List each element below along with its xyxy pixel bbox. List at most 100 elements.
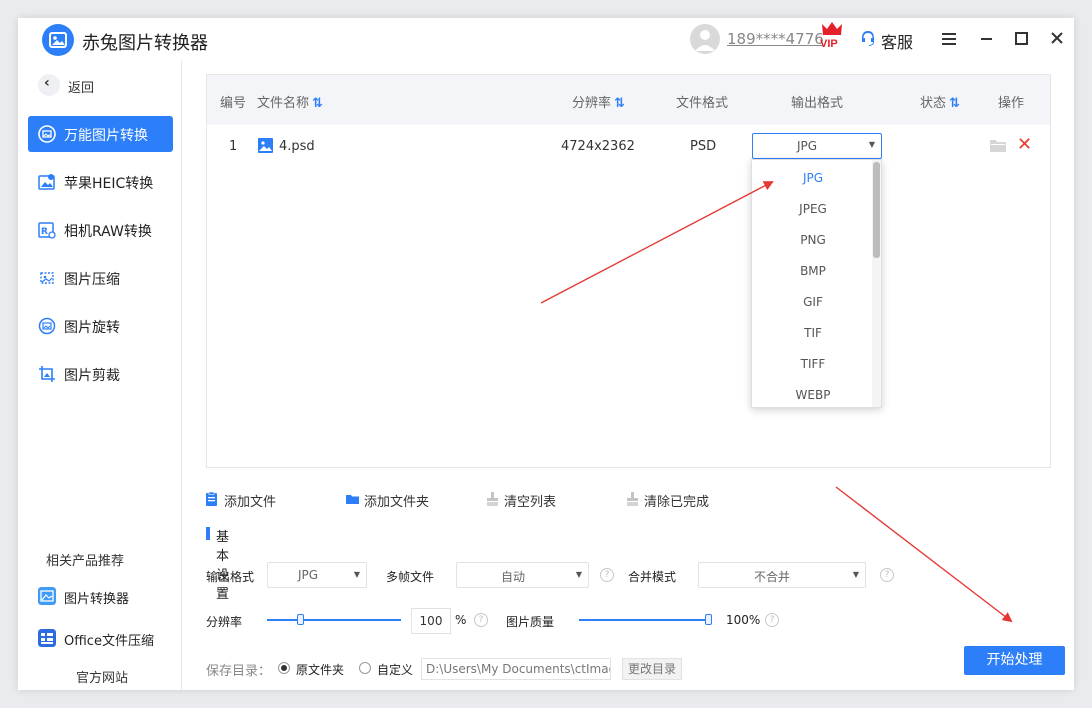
- broom-icon: [487, 492, 498, 506]
- sidebar-item-raw[interactable]: R 相机RAW转换: [28, 212, 173, 248]
- raw-icon: R: [38, 222, 56, 239]
- output-format-select[interactable]: JPG ▼: [752, 133, 882, 159]
- add-file-icon: [206, 492, 217, 506]
- resolution-input[interactable]: 100: [411, 608, 451, 634]
- quality-value: 100%: [726, 613, 761, 627]
- dropdown-scrollbar[interactable]: [872, 160, 881, 407]
- resolution-slider-thumb[interactable]: [296, 614, 304, 625]
- image-file-icon: [258, 138, 273, 153]
- format-option-webp[interactable]: WEBP: [752, 380, 874, 407]
- help-icon[interactable]: ?: [880, 568, 894, 582]
- basic-settings-label: 基本设置: [216, 530, 230, 602]
- header-output-format: 输出格式: [791, 96, 844, 111]
- help-icon[interactable]: ?: [474, 613, 488, 627]
- multiframe-select[interactable]: 自动 ▼: [456, 562, 589, 588]
- add-file-label: 添加文件: [224, 495, 277, 510]
- back-label: 返回: [68, 81, 95, 96]
- sort-icon[interactable]: ⇅: [312, 96, 323, 111]
- back-button[interactable]: ‹ 返回: [38, 74, 138, 98]
- crop-icon: [39, 366, 55, 382]
- dropdown-scroll-thumb[interactable]: [873, 162, 880, 258]
- service-button[interactable]: 客服: [881, 29, 913, 53]
- merge-mode-select[interactable]: 不合并 ▼: [698, 562, 866, 588]
- sidebar-item-heic[interactable]: 苹果HEIC转换: [28, 164, 173, 200]
- original-folder-label: 原文件夹: [296, 663, 345, 677]
- change-dir-button[interactable]: 更改目录: [622, 658, 682, 680]
- row-file-format: PSD: [690, 139, 717, 154]
- format-option-png[interactable]: PNG: [752, 225, 874, 256]
- quality-slider-thumb[interactable]: [705, 614, 712, 625]
- delete-icon[interactable]: ✕: [1017, 136, 1032, 154]
- merge-mode-value: 不合并: [754, 570, 791, 584]
- radio-custom-folder[interactable]: [359, 662, 371, 674]
- office-compress-app-icon: [38, 629, 56, 647]
- merge-mode-label: 合并模式: [628, 570, 677, 584]
- sort-icon[interactable]: ⇅: [614, 96, 625, 111]
- format-option-tif[interactable]: TIF: [752, 318, 874, 349]
- sidebar-item-compress[interactable]: 图片压缩: [28, 260, 173, 296]
- avatar[interactable]: [690, 24, 720, 54]
- username-link[interactable]: 189****4776: [727, 30, 824, 48]
- row-filename: 4.psd: [279, 139, 315, 154]
- save-dir-label: 保存目录：: [206, 664, 272, 679]
- minimize-icon[interactable]: [976, 28, 998, 50]
- row-index: 1: [229, 139, 238, 154]
- resolution-label: 分辨率: [206, 615, 243, 629]
- caret-down-icon: ▼: [852, 570, 859, 579]
- maximize-icon[interactable]: [1010, 28, 1032, 50]
- format-option-bmp[interactable]: BMP: [752, 256, 874, 287]
- settings-output-format-value: JPG: [298, 568, 319, 582]
- format-option-gif[interactable]: GIF: [752, 287, 874, 318]
- section-marker: [206, 527, 210, 540]
- menu-icon[interactable]: [938, 28, 960, 50]
- settings-output-format-select[interactable]: JPG ▼: [267, 562, 367, 588]
- format-option-jpeg[interactable]: JPEG: [752, 194, 874, 225]
- app-logo: [42, 24, 74, 56]
- row-resolution: 4724x2362: [561, 139, 635, 154]
- official-site-link[interactable]: 官方网站: [76, 667, 128, 686]
- related-item-label: Office文件压缩: [64, 634, 154, 649]
- save-path-field[interactable]: D:\Users\My Documents\ctImageC: [421, 658, 611, 680]
- vip-badge[interactable]: VIP: [818, 21, 846, 53]
- help-icon[interactable]: ?: [765, 613, 779, 627]
- header-filename[interactable]: 文件名称 ⇅: [257, 92, 323, 111]
- compress-icon: [40, 272, 54, 284]
- sidebar-item-image-convert[interactable]: 万能图片转换: [28, 116, 173, 152]
- vip-label: VIP: [820, 38, 838, 50]
- headset-icon[interactable]: [860, 30, 876, 47]
- format-option-tiff[interactable]: TIFF: [752, 349, 874, 380]
- start-button[interactable]: 开始处理: [964, 646, 1065, 675]
- sidebar-item-crop[interactable]: 图片剪裁: [28, 356, 173, 392]
- help-icon[interactable]: ?: [600, 568, 614, 582]
- heic-icon: [38, 174, 55, 190]
- sidebar-item-rotate[interactable]: 图片旋转: [28, 308, 173, 344]
- sort-icon[interactable]: ⇅: [949, 96, 960, 111]
- clear-done-label: 清除已完成: [644, 495, 710, 510]
- resolution-slider[interactable]: [267, 619, 401, 621]
- output-format-value: JPG: [797, 139, 818, 153]
- related-office-compress[interactable]: Office文件压缩: [38, 627, 178, 651]
- close-icon[interactable]: [1046, 28, 1068, 50]
- related-products-title: 相关产品推荐: [46, 554, 125, 569]
- header-resolution[interactable]: 分辨率 ⇅: [572, 92, 625, 111]
- related-image-converter[interactable]: 图片转换器: [38, 585, 178, 609]
- header-status-label: 状态: [920, 96, 947, 111]
- rotate-icon: [38, 317, 56, 335]
- caret-down-icon: ▼: [353, 570, 360, 579]
- sidebar: ‹ 返回 万能图片转换 苹果HEIC转换 R 相机RAW转换 图片压缩 图片旋转…: [18, 60, 182, 690]
- folder-icon[interactable]: [990, 139, 1006, 152]
- radio-original-folder[interactable]: [278, 662, 290, 674]
- quality-slider[interactable]: [579, 619, 711, 621]
- header-status[interactable]: 状态 ⇅: [920, 92, 960, 111]
- sidebar-item-label: 万能图片转换: [64, 128, 148, 144]
- image-converter-app-icon: [38, 587, 56, 605]
- output-format-dropdown: JPG JPEG PNG BMP GIF TIF TIFF WEBP: [751, 159, 882, 408]
- sidebar-item-label: 苹果HEIC转换: [64, 176, 154, 192]
- sidebar-item-label: 图片旋转: [64, 320, 120, 336]
- custom-folder-label: 自定义: [377, 663, 414, 677]
- format-option-jpg[interactable]: JPG: [752, 163, 874, 194]
- title-bar: 赤兔图片转换器 189****4776 VIP 客服: [18, 18, 1074, 60]
- folder-icon: [346, 495, 359, 504]
- caret-down-icon: ▼: [575, 570, 582, 579]
- multiframe-value: 自动: [501, 570, 526, 584]
